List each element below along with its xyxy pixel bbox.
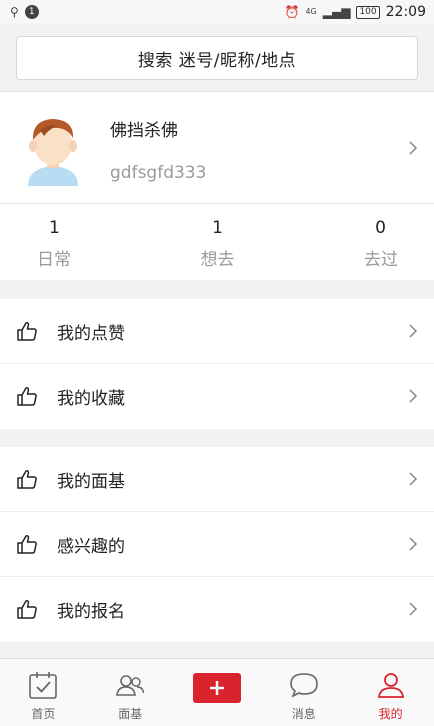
alarm-icon: ⏰ — [284, 5, 300, 19]
menu-item-label: 我的收藏 — [57, 389, 125, 409]
nav-label: 我的 — [378, 707, 403, 721]
profile-card[interactable]: 佛挡杀佛 gdfsgfd333 — [0, 91, 434, 204]
stat-been-to[interactable]: 0 去过 — [278, 204, 434, 280]
profile-nickname: 佛挡杀佛 — [110, 121, 178, 141]
menu-item-interested[interactable]: 感兴趣的 — [0, 512, 434, 577]
status-bar-left: ⚲ 1 — [10, 5, 39, 19]
chevron-right-icon — [409, 324, 418, 338]
nav-label: 面基 — [118, 707, 143, 721]
notification-icon: 1 — [24, 5, 39, 19]
nav-home[interactable]: 首页 — [0, 659, 87, 726]
search-button[interactable]: 搜索 迷号/昵称/地点 — [16, 36, 418, 80]
menu-item-my-likes[interactable]: 我的点赞 — [0, 299, 434, 364]
nav-mine[interactable]: 我的 — [347, 659, 434, 726]
calendar-check-icon — [29, 672, 58, 699]
avatar — [28, 119, 78, 186]
nav-label: 消息 — [291, 707, 316, 721]
chevron-right-icon — [409, 389, 418, 403]
bottom-nav: 首页 面基 消息 我的 — [0, 658, 434, 726]
menu-group-2: 我的面基 感兴趣的 我的报名 — [0, 447, 434, 642]
nav-label: 首页 — [31, 707, 56, 721]
chevron-right-icon — [409, 141, 418, 155]
nav-meetup[interactable]: 面基 — [87, 659, 174, 726]
person-icon — [377, 673, 404, 698]
stat-count: 1 — [49, 218, 60, 238]
menu-item-label: 感兴趣的 — [57, 536, 125, 557]
chat-bubble-icon — [289, 673, 318, 698]
status-bar-right: ⏰ 4G ▂▄▆ 100 22:09 — [285, 4, 426, 20]
battery-icon: 100 — [356, 5, 380, 19]
stat-count: 1 — [212, 218, 223, 238]
stats-bar: 1 日常 1 想去 0 去过 — [0, 204, 434, 280]
people-icon — [116, 675, 145, 696]
status-bar: ⚲ 1 ⏰ 4G ▂▄▆ 100 22:09 — [0, 0, 434, 24]
network-label: 4G — [305, 7, 317, 16]
profile-username: gdfsgfd333 — [110, 163, 207, 183]
chevron-right-icon — [409, 537, 418, 551]
clock: 22:09 — [385, 4, 426, 20]
menu-item-label: 我的面基 — [57, 471, 125, 492]
usb-icon: ⚲ — [10, 5, 19, 19]
stat-want-to-go[interactable]: 1 想去 — [157, 204, 277, 280]
plus-icon[interactable] — [192, 673, 241, 703]
thumbs-up-icon — [17, 599, 37, 619]
chevron-right-icon — [409, 472, 418, 486]
menu-item-label: 我的报名 — [57, 602, 125, 622]
nav-add[interactable] — [174, 659, 261, 726]
thumbs-up-icon — [17, 534, 37, 554]
stat-count: 0 — [375, 218, 386, 238]
thumbs-up-icon — [17, 321, 37, 341]
thumbs-up-icon — [17, 469, 37, 489]
signal-icon: ▂▄▆ — [322, 5, 351, 19]
menu-item-my-favorites[interactable]: 我的收藏 — [0, 364, 434, 429]
chevron-right-icon — [409, 602, 418, 616]
thumbs-up-icon — [17, 386, 37, 406]
nav-messages[interactable]: 消息 — [260, 659, 347, 726]
menu-item-my-meetups[interactable]: 我的面基 — [0, 447, 434, 512]
menu-group-1: 我的点赞 我的收藏 — [0, 299, 434, 429]
stat-daily[interactable]: 1 日常 — [0, 204, 157, 280]
menu-item-label: 我的点赞 — [57, 323, 125, 344]
stat-label: 去过 — [363, 250, 398, 270]
menu-item-my-signups[interactable]: 我的报名 — [0, 577, 434, 642]
stat-label: 日常 — [37, 250, 71, 270]
search-area: 搜索 迷号/昵称/地点 — [0, 24, 434, 91]
stat-label: 想去 — [200, 250, 235, 270]
